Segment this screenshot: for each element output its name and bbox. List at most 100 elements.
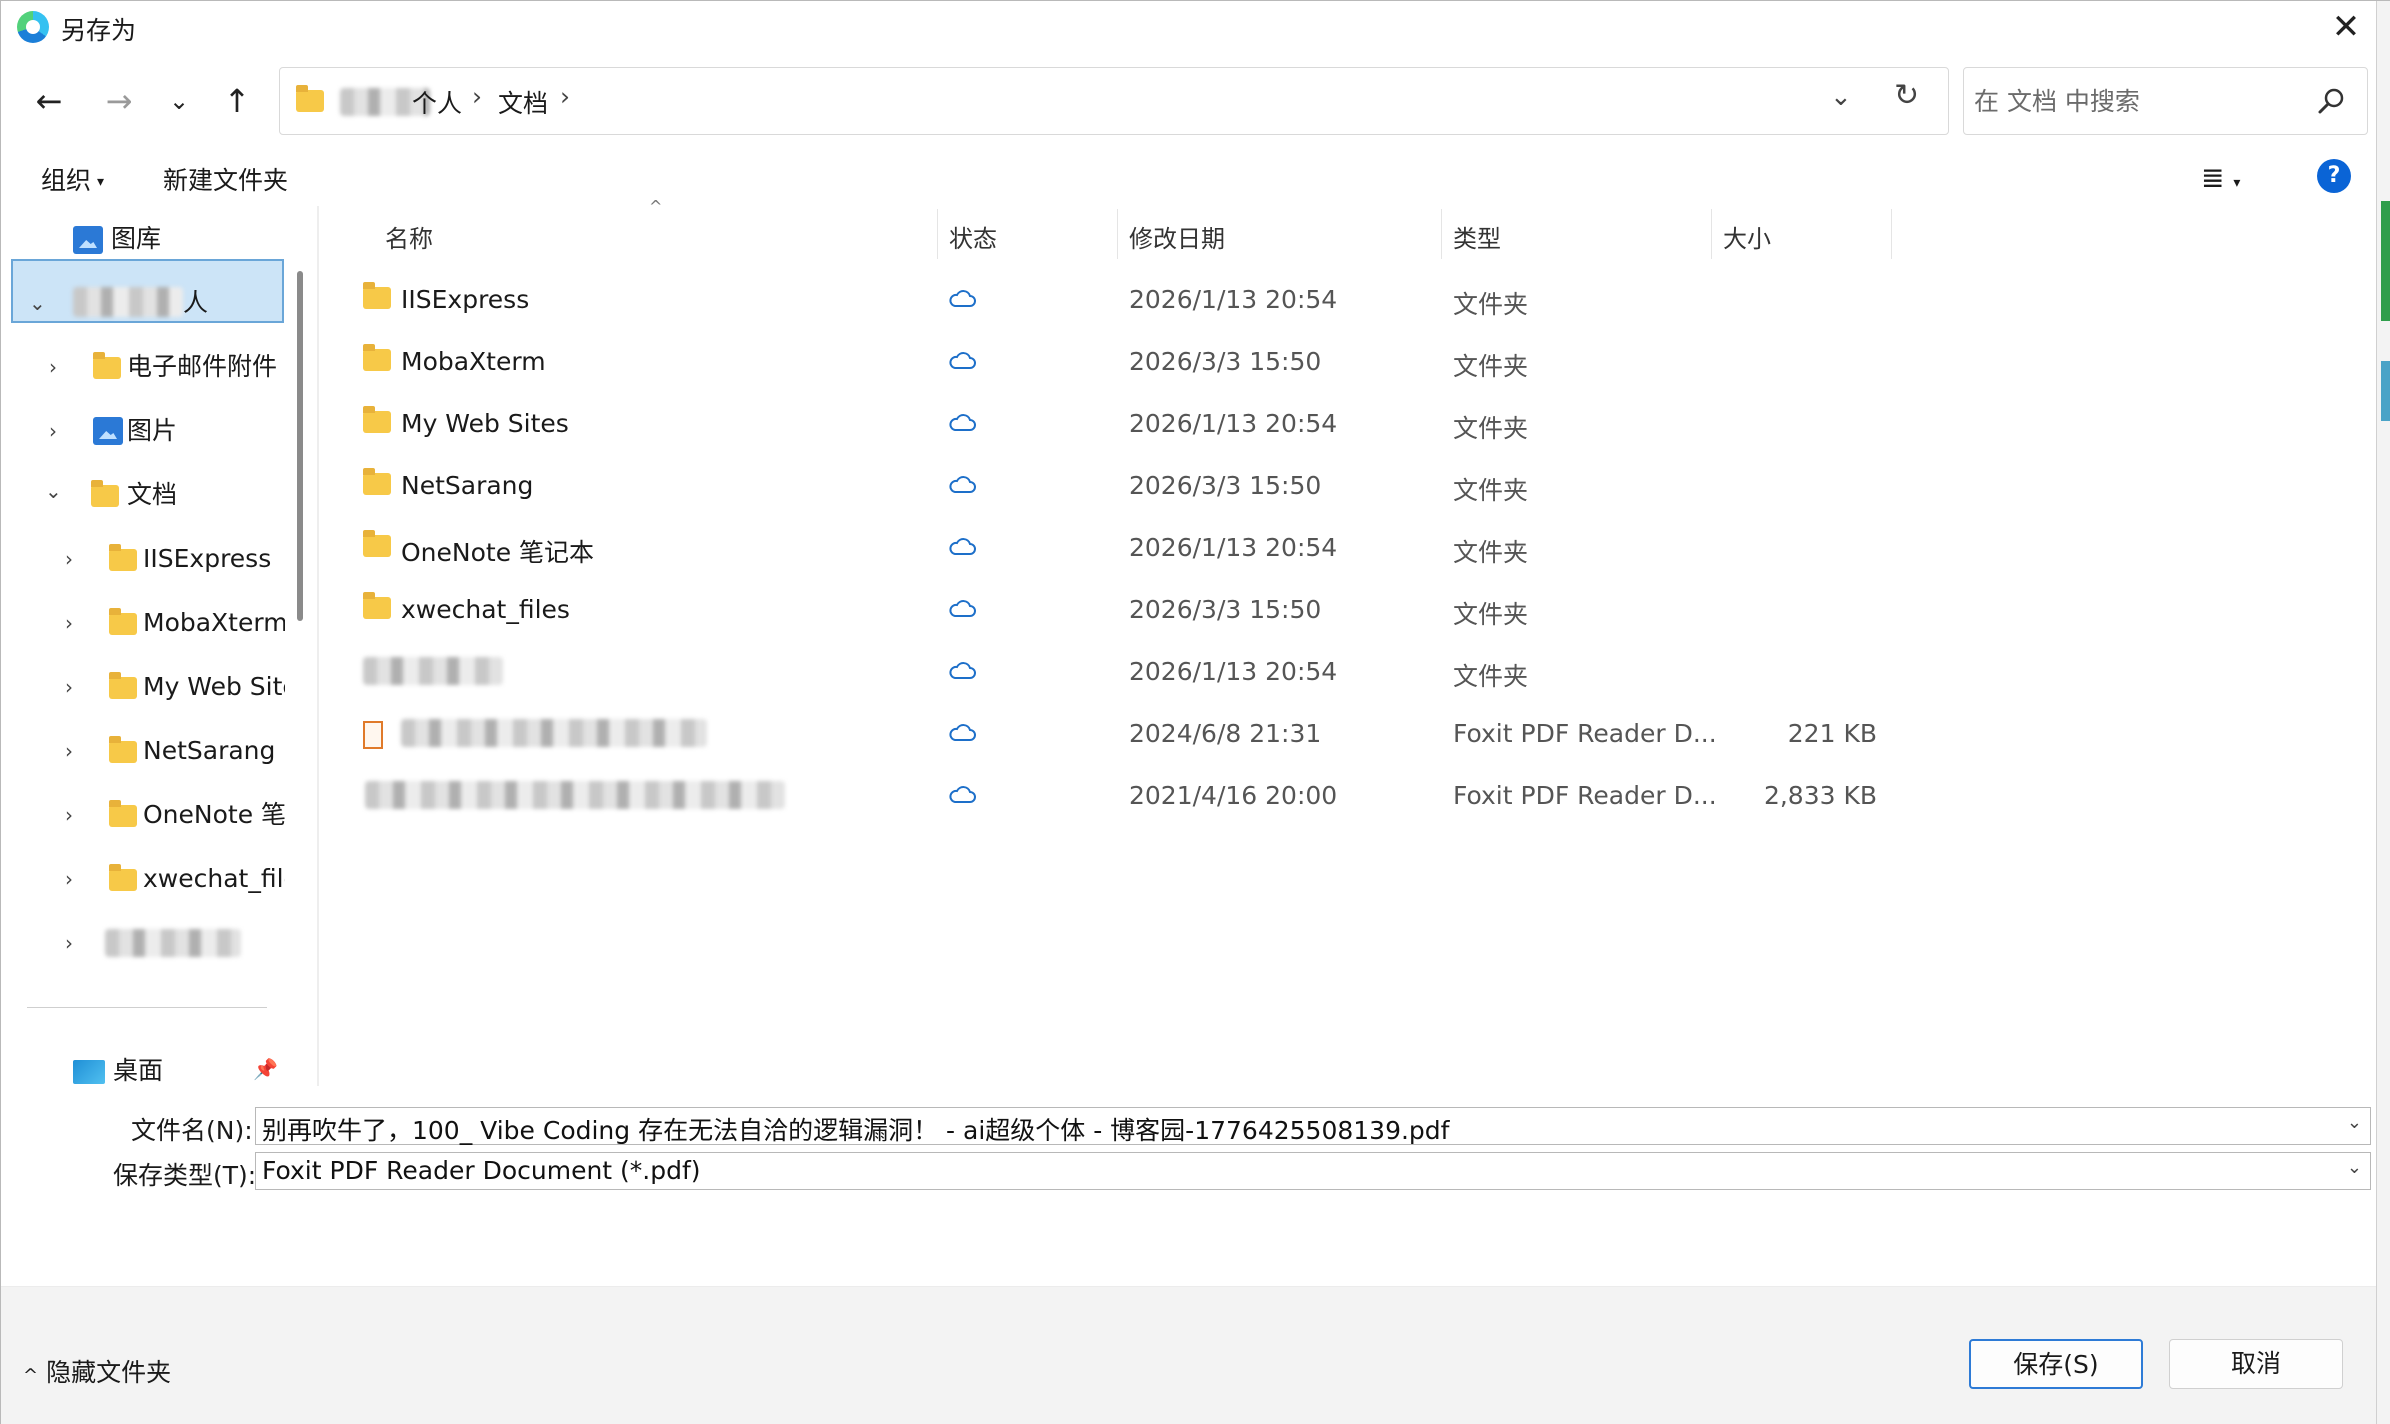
chevron-right-icon[interactable]: › xyxy=(65,913,73,973)
pin-icon[interactable]: 📌 xyxy=(253,1057,278,1081)
nav-item-mobaxterm[interactable]: › MobaXterm xyxy=(65,593,285,653)
chevron-down-icon[interactable]: ⌄ xyxy=(2347,1157,2362,1178)
file-row[interactable]: xwechat_files 2026/3/3 15:50 文件夹 xyxy=(353,579,1893,641)
nav-item-onenote[interactable]: › OneNote 笔记本 xyxy=(65,785,285,845)
file-row[interactable]: OneNote 笔记本 2026/1/13 20:54 文件夹 xyxy=(353,517,1893,579)
chevron-down-icon[interactable]: ⌄ xyxy=(29,273,46,333)
search-input[interactable] xyxy=(1974,80,2304,122)
chevron-down-icon[interactable]: ⌄ xyxy=(45,465,62,521)
cloud-sync-icon xyxy=(949,538,976,555)
chevron-up-icon: ^ xyxy=(23,1365,39,1386)
chevron-right-icon[interactable]: › xyxy=(65,721,73,781)
filename-label: 文件名(N): xyxy=(131,1116,253,1145)
title-bar: 另存为 ✕ xyxy=(1,1,2376,53)
file-size: 221 KB xyxy=(1787,719,1877,748)
filetype-value: Foxit PDF Reader Document (*.pdf) xyxy=(262,1156,701,1185)
file-row[interactable]: My Web Sites 2026/1/13 20:54 文件夹 xyxy=(353,393,1893,455)
column-divider[interactable] xyxy=(1891,209,1892,259)
chevron-right-icon[interactable]: › xyxy=(49,401,57,461)
file-date: 2026/3/3 15:50 xyxy=(1129,347,1322,376)
file-type: 文件夹 xyxy=(1453,476,1529,505)
organize-button[interactable]: 组织 ▾ xyxy=(41,161,104,197)
column-header-type[interactable]: 类型 xyxy=(1453,219,1501,254)
chevron-right-icon[interactable]: › xyxy=(65,657,73,717)
file-type: 文件夹 xyxy=(1453,600,1529,629)
chevron-down-icon[interactable]: ⌄ xyxy=(2347,1112,2362,1133)
cloud-sync-icon xyxy=(949,662,976,679)
hide-folders-toggle[interactable]: ^ 隐藏文件夹 xyxy=(23,1353,171,1389)
breadcrumb-personal[interactable]: 个人 xyxy=(412,84,462,120)
column-divider[interactable] xyxy=(1711,209,1712,259)
nav-item-xwechat-files[interactable]: › xwechat_files xyxy=(65,849,285,909)
file-row[interactable]: MobaXterm 2026/3/3 15:50 文件夹 xyxy=(353,331,1893,393)
forward-arrow-icon[interactable]: → xyxy=(97,79,141,123)
cloud-sync-icon xyxy=(949,786,976,803)
nav-item-email-attachments[interactable]: › 电子邮件附件 xyxy=(49,337,289,397)
blurred-file-name xyxy=(363,657,503,685)
nav-item-documents[interactable]: ⌄ 文档 xyxy=(45,465,285,525)
save-button[interactable]: 保存(S) xyxy=(1969,1339,2143,1389)
dropdown-arrow-icon: ▾ xyxy=(97,174,105,190)
column-header-name[interactable]: 名称 xyxy=(385,219,433,254)
search-icon[interactable] xyxy=(2314,84,2350,120)
folder-icon xyxy=(109,608,137,635)
address-bar[interactable]: 个人 › 文档 › ⌄ ↻ xyxy=(279,67,1949,135)
file-date: 2021/4/16 20:00 xyxy=(1129,781,1338,810)
nav-item-gallery[interactable]: 图库 xyxy=(73,209,161,269)
chevron-right-icon[interactable]: › xyxy=(65,529,73,589)
breadcrumb-documents[interactable]: 文档 xyxy=(498,84,548,120)
chevron-right-icon[interactable]: › xyxy=(65,785,73,845)
nav-item-blurred[interactable]: › xyxy=(65,913,285,973)
file-date: 2024/6/8 21:31 xyxy=(1129,719,1322,748)
nav-item-my-web-sites[interactable]: › My Web Sites xyxy=(65,657,285,717)
new-folder-button[interactable]: 新建文件夹 xyxy=(163,161,288,197)
file-row[interactable]: 2021/4/16 20:00 Foxit PDF Reader D... 2,… xyxy=(353,765,1893,827)
save-as-dialog: 另存为 ✕ ← → ⌄ ↑ 个人 › 文档 › ⌄ ↻ 组织▾ 新建文件夹 ≣ … xyxy=(0,0,2390,1424)
background-window-edge xyxy=(2376,1,2390,1424)
file-name: NetSarang xyxy=(401,471,534,500)
up-arrow-icon[interactable]: ↑ xyxy=(215,79,259,123)
file-row[interactable]: IISExpress 2026/1/13 20:54 文件夹 xyxy=(353,269,1893,331)
filename-input[interactable]: 别再吹牛了，100_ Vibe Coding 存在无法自洽的逻辑漏洞！ - ai… xyxy=(255,1107,2371,1145)
file-name: MobaXterm xyxy=(401,347,546,376)
folder-icon xyxy=(109,864,137,891)
nav-item-netsarang[interactable]: › NetSarang xyxy=(65,721,285,781)
column-header-modified[interactable]: 修改日期 xyxy=(1129,219,1225,254)
file-row[interactable]: 2024/6/8 21:31 Foxit PDF Reader D... 221… xyxy=(353,703,1893,765)
cloud-sync-icon xyxy=(949,290,976,307)
column-header-status[interactable]: 状态 xyxy=(949,219,997,254)
close-icon[interactable]: ✕ xyxy=(2321,5,2371,49)
file-row[interactable]: 2026/1/13 20:54 文件夹 xyxy=(353,641,1893,703)
file-name: OneNote 笔记本 xyxy=(401,538,595,567)
filetype-select[interactable]: Foxit PDF Reader Document (*.pdf) ⌄ xyxy=(255,1152,2371,1190)
pane-separator[interactable] xyxy=(317,206,319,1086)
refresh-icon[interactable]: ↻ xyxy=(1894,78,1919,113)
cancel-button[interactable]: 取消 xyxy=(2169,1339,2343,1389)
address-history-chevron-icon[interactable]: ⌄ xyxy=(1830,82,1852,112)
nav-divider xyxy=(27,1007,267,1008)
column-header-size[interactable]: 大小 xyxy=(1723,219,1771,254)
nav-scrollbar[interactable] xyxy=(297,271,303,621)
file-date: 2026/1/13 20:54 xyxy=(1129,533,1338,562)
column-divider[interactable] xyxy=(1441,209,1442,259)
chevron-right-icon[interactable]: › xyxy=(65,849,73,909)
nav-item-personal[interactable]: ⌄ 人 xyxy=(29,273,289,333)
back-arrow-icon[interactable]: ← xyxy=(27,79,71,123)
chevron-right-icon[interactable]: › xyxy=(65,593,73,653)
pictures-icon xyxy=(93,417,123,445)
column-divider[interactable] xyxy=(937,209,938,259)
search-box[interactable] xyxy=(1963,67,2368,135)
blurred-folder-name xyxy=(105,929,241,957)
nav-item-pictures[interactable]: › 图片 xyxy=(49,401,289,461)
recent-locations-chevron-icon[interactable]: ⌄ xyxy=(157,79,201,123)
file-name: My Web Sites xyxy=(401,409,569,438)
breadcrumb-separator[interactable]: › xyxy=(560,82,570,111)
filename-value: 别再吹牛了，100_ Vibe Coding 存在无法自洽的逻辑漏洞！ - ai… xyxy=(262,1116,1450,1145)
chevron-right-icon[interactable]: › xyxy=(49,337,57,397)
help-icon[interactable]: ? xyxy=(2317,159,2351,193)
nav-item-iisexpress[interactable]: › IISExpress xyxy=(65,529,285,589)
view-options-icon[interactable]: ≣ ▾ xyxy=(2201,161,2240,194)
file-row[interactable]: NetSarang 2026/3/3 15:50 文件夹 xyxy=(353,455,1893,517)
column-divider[interactable] xyxy=(1117,209,1118,259)
file-type: 文件夹 xyxy=(1453,538,1529,567)
